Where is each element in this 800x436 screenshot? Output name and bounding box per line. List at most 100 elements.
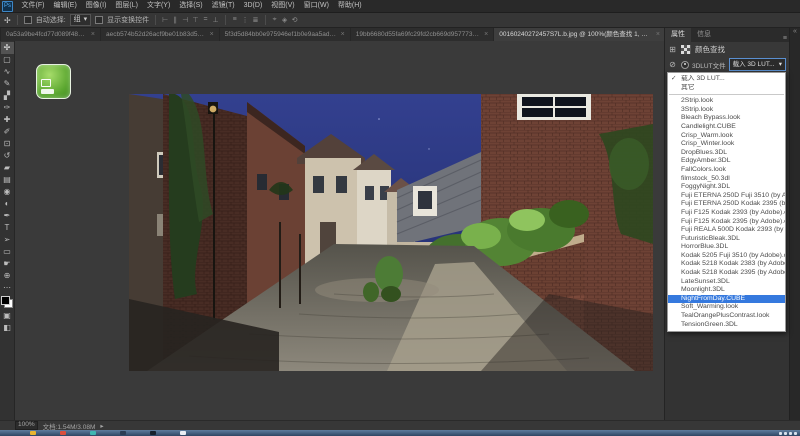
close-icon[interactable]: ×: [656, 28, 660, 41]
lut-dropdown[interactable]: 载入 3D LUT... ▾: [729, 58, 786, 71]
tool-eraser[interactable]: ▰: [1, 162, 14, 174]
menu-file[interactable]: 文件(F): [17, 0, 49, 12]
lut-item[interactable]: Moonlight.3DL: [668, 286, 785, 295]
lut-item[interactable]: Fuji ETERNA 250D Fuji 3510 (by Adobe).cu…: [668, 192, 785, 201]
3d-orbit-icon[interactable]: ⌖: [272, 16, 278, 24]
tool-move[interactable]: ✢: [1, 42, 14, 54]
zoom-level-field[interactable]: 100%: [15, 421, 38, 430]
tool-eyedropper[interactable]: ✑: [1, 102, 14, 114]
lut-type-radio[interactable]: [681, 61, 689, 69]
document-tab-3[interactable]: 5f3d5d84bb0e975946ef1b0e9aa5ad15acc.jpg …: [220, 28, 350, 41]
document-tab-4[interactable]: 19bb6680d55fa69fc29fd2cb669d9577731a7f21…: [351, 28, 494, 41]
collapse-panels-icon[interactable]: «: [793, 28, 797, 35]
close-icon[interactable]: ×: [484, 28, 488, 41]
canvas-area[interactable]: [15, 41, 665, 421]
lut-item[interactable]: Fuji F125 Kodak 2395 (by Adobe).cube: [668, 218, 785, 227]
align-top-icon[interactable]: ⊤: [192, 16, 198, 24]
tool-spot-healing[interactable]: ✚: [1, 114, 14, 126]
visibility-toggle-icon[interactable]: ⊘: [669, 60, 676, 69]
lut-item[interactable]: Kodak 5205 Fuji 3510 (by Adobe).cube: [668, 252, 785, 261]
menu-image[interactable]: 图像(I): [81, 0, 111, 12]
lut-item[interactable]: Kodak 5218 Kodak 2395 (by Adobe).cube: [668, 269, 785, 278]
lut-item[interactable]: TealOrangePlusContrast.look: [668, 312, 785, 321]
menu-item-other[interactable]: 其它: [668, 84, 785, 93]
align-center-v-icon[interactable]: =: [203, 16, 209, 24]
tool-rectangle[interactable]: ▭: [1, 246, 14, 258]
align-center-h-icon[interactable]: ∥: [172, 16, 178, 24]
lut-item[interactable]: Bleach Bypass.look: [668, 114, 785, 123]
lut-item[interactable]: Soft_Warming.look: [668, 303, 785, 312]
document-image-street-alley[interactable]: [129, 94, 653, 371]
menu-help[interactable]: 帮助(H): [333, 0, 366, 12]
clip-to-layer-icon[interactable]: ⊞: [669, 45, 676, 54]
tab-info[interactable]: 信息: [691, 28, 717, 42]
foreground-color-swatch[interactable]: [1, 296, 10, 305]
close-icon[interactable]: ×: [91, 28, 95, 41]
menu-layer[interactable]: 图层(L): [111, 0, 143, 12]
tool-hand[interactable]: ☛: [1, 258, 14, 270]
lut-item[interactable]: FoggyNight.3DL: [668, 183, 785, 192]
menu-select[interactable]: 选择(S): [175, 0, 207, 12]
taskbar-app-icon[interactable]: [120, 431, 126, 435]
close-icon[interactable]: ×: [341, 28, 345, 41]
menu-window[interactable]: 窗口(W): [299, 0, 333, 12]
taskbar-app-icon[interactable]: [90, 431, 96, 435]
tool-pen[interactable]: ✒: [1, 210, 14, 222]
distribute-left-icon[interactable]: ≡: [232, 16, 238, 24]
lut-item[interactable]: Crisp_Warm.look: [668, 132, 785, 141]
document-tab-1[interactable]: 0a53a9be4fcd77d089f4821c6.jpg ×: [1, 28, 100, 41]
tool-zoom[interactable]: ⊕: [1, 270, 14, 282]
quick-mask-icon[interactable]: ▣: [1, 310, 14, 322]
lut-item[interactable]: HorrorBlue.3DL: [668, 243, 785, 252]
menu-type[interactable]: 文字(Y): [142, 0, 174, 12]
taskbar-app-icon[interactable]: [30, 431, 36, 435]
lut-item[interactable]: LateSunset.3DL: [668, 278, 785, 287]
menu-view[interactable]: 视图(V): [267, 0, 299, 12]
document-tab-2[interactable]: aecb574b52d26acf9be01b83d5ebb6f.jpg ×: [101, 28, 219, 41]
tool-gradient[interactable]: ▤: [1, 174, 14, 186]
distribute-center-icon[interactable]: ⋮: [242, 16, 249, 24]
align-left-icon[interactable]: ⊢: [162, 16, 168, 24]
lut-item[interactable]: Kodak 5218 Kodak 2383 (by Adobe).cube: [668, 260, 785, 269]
lut-item[interactable]: DropBlues.3DL: [668, 149, 785, 158]
system-tray[interactable]: [779, 432, 797, 435]
distribute-right-icon[interactable]: ≣: [253, 16, 259, 24]
lut-item[interactable]: 2Strip.look: [668, 97, 785, 106]
tool-rectangular-marquee[interactable]: ▢: [1, 54, 14, 66]
tool-blur[interactable]: ◉: [1, 186, 14, 198]
lut-item[interactable]: FallColors.look: [668, 166, 785, 175]
lut-item[interactable]: filmstock_50.3dl: [668, 175, 785, 184]
status-expander-icon[interactable]: ▸: [100, 422, 103, 430]
tool-clone-stamp[interactable]: ⊡: [1, 138, 14, 150]
tool-dodge[interactable]: ◐: [1, 198, 14, 210]
align-right-icon[interactable]: ⊣: [182, 16, 188, 24]
edit-toolbar-icon[interactable]: ⋯: [1, 282, 14, 294]
tool-crop[interactable]: ▞: [1, 90, 14, 102]
tool-type[interactable]: T: [1, 222, 14, 234]
lut-item[interactable]: TensionGreen.3DL: [668, 321, 785, 330]
menu-3d[interactable]: 3D(D): [239, 0, 267, 12]
lut-item[interactable]: 3Strip.look: [668, 106, 785, 115]
lut-item[interactable]: FuturisticBleak.3DL: [668, 235, 785, 244]
tab-properties[interactable]: 属性: [665, 28, 691, 42]
menu-item-load-3dlut[interactable]: ✓ 载入 3D LUT...: [668, 75, 785, 84]
lut-item[interactable]: Fuji ETERNA 250D Kodak 2395 (by Adobe).c…: [668, 200, 785, 209]
tool-history-brush[interactable]: ↺: [1, 150, 14, 162]
lut-item[interactable]: EdgyAmber.3DL: [668, 157, 785, 166]
tool-lasso[interactable]: ∿: [1, 66, 14, 78]
tool-path-selection[interactable]: ➢: [1, 234, 14, 246]
lut-item-selected[interactable]: NightFromDay.CUBE: [668, 295, 785, 304]
taskbar-app-icon[interactable]: [180, 431, 186, 435]
menu-filter[interactable]: 滤镜(T): [207, 0, 239, 12]
document-tab-active[interactable]: 00160240272457S7L.b.jpg @ 100%(颜色查找 1, 图…: [494, 28, 665, 41]
screen-mode-icon[interactable]: ◧: [1, 322, 14, 334]
lut-item[interactable]: Candlelight.CUBE: [668, 123, 785, 132]
auto-select-dropdown[interactable]: 组 ▾: [70, 14, 92, 26]
3d-roll-icon[interactable]: ◈: [282, 16, 288, 24]
tool-quick-selection[interactable]: ✎: [1, 78, 14, 90]
close-icon[interactable]: ×: [210, 28, 214, 41]
taskbar-app-icon[interactable]: [60, 431, 66, 435]
show-transform-checkbox[interactable]: [95, 16, 103, 24]
align-bottom-icon[interactable]: ⊥: [213, 16, 219, 24]
3d-pan-icon[interactable]: ⟲: [292, 16, 298, 24]
